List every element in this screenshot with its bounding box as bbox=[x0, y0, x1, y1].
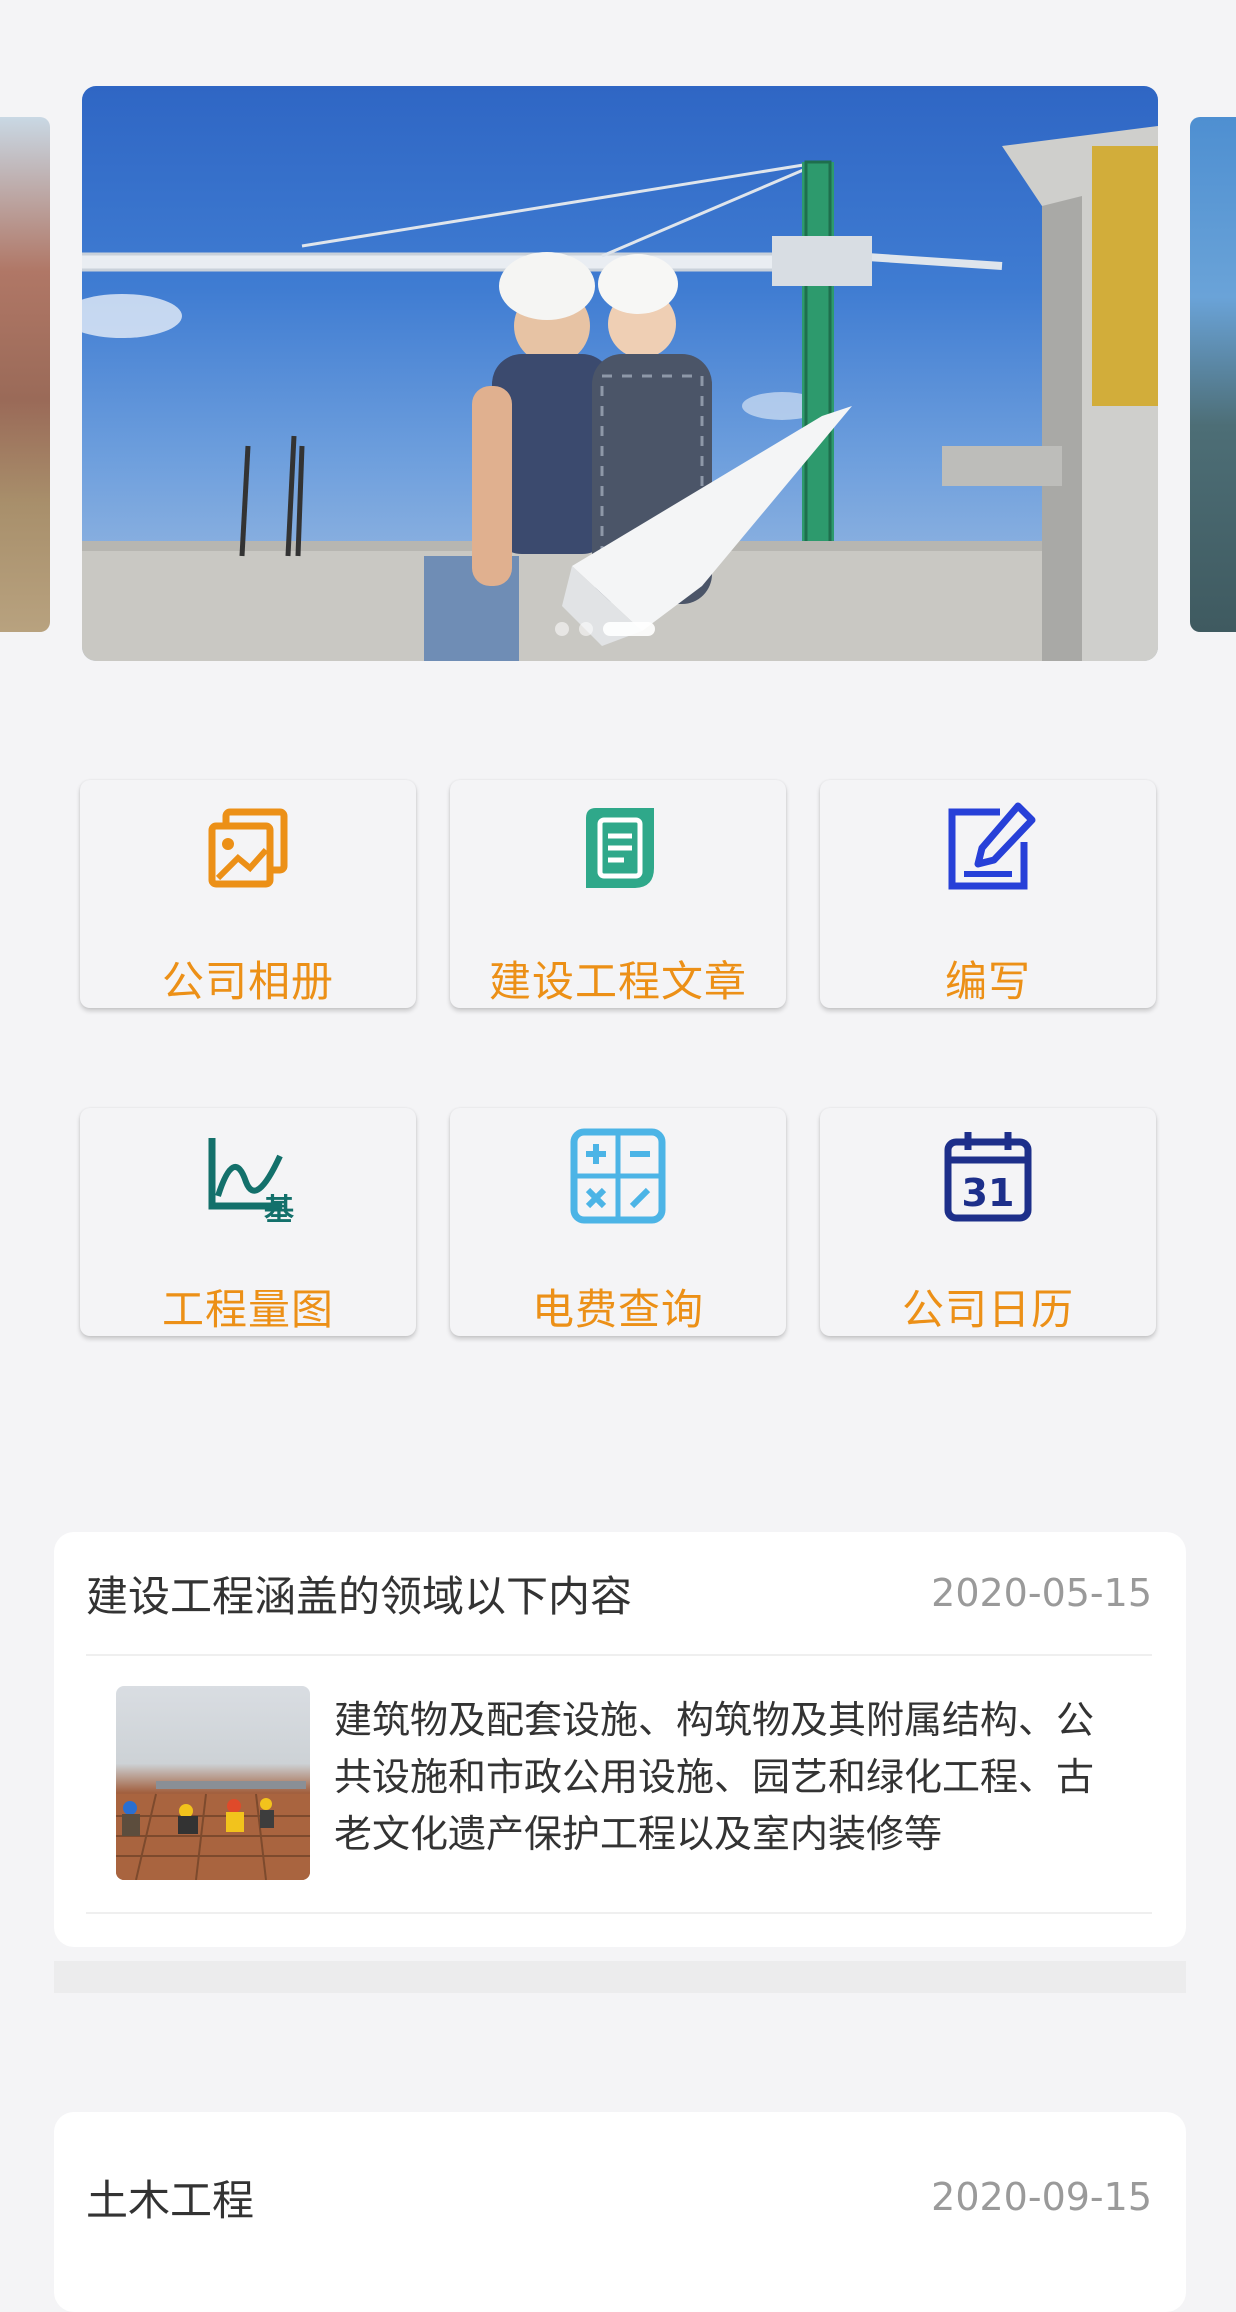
construction-workers-photo bbox=[82, 126, 1158, 661]
engineering-chart-icon: 基 bbox=[208, 1138, 294, 1226]
calendar-icon: 31 bbox=[944, 1132, 1032, 1222]
site-workers-photo bbox=[116, 1781, 310, 1880]
carousel-dot-active[interactable] bbox=[603, 622, 655, 636]
carousel-active-slide[interactable] bbox=[82, 86, 1158, 661]
calculator-icon bbox=[570, 1128, 666, 1224]
article-card[interactable]: 土木工程 2020-09-15 bbox=[54, 2112, 1186, 2312]
article-card[interactable]: 建设工程涵盖的领域以下内容 2020-05-15 建筑物及配套设施、构筑物及其附… bbox=[54, 1532, 1186, 1947]
grid-item-electricity-query[interactable]: 电费查询 bbox=[450, 1108, 786, 1336]
article-title[interactable]: 建设工程涵盖的领域以下内容 bbox=[86, 1563, 632, 1624]
grid-item-compose[interactable]: 编写 bbox=[820, 780, 1156, 1008]
grid-item-label: 编写 bbox=[944, 957, 1031, 1006]
edit-pencil-icon bbox=[948, 802, 1036, 890]
carousel-dot[interactable] bbox=[555, 622, 569, 636]
grid-item-construction-articles[interactable]: 建设工程文章 bbox=[450, 780, 786, 1008]
divider bbox=[86, 1912, 1152, 1914]
svg-text:31: 31 bbox=[962, 1171, 1015, 1215]
article-thumbnail[interactable] bbox=[116, 1686, 310, 1880]
carousel-next-slide[interactable] bbox=[1190, 117, 1236, 632]
banner-carousel[interactable] bbox=[0, 0, 1236, 700]
grid-item-label: 公司相册 bbox=[161, 957, 334, 1006]
grid-item-label: 电费查询 bbox=[531, 1285, 704, 1334]
grid-item-company-calendar[interactable]: 31 公司日历 bbox=[820, 1108, 1156, 1336]
carousel-dot[interactable] bbox=[579, 622, 593, 636]
article-title[interactable]: 土木工程 bbox=[86, 2123, 254, 2228]
svg-text:基: 基 bbox=[264, 1193, 294, 1226]
carousel-indicator bbox=[555, 622, 655, 636]
grid-item-label: 工程量图 bbox=[161, 1285, 334, 1334]
grid-item-company-album[interactable]: 公司相册 bbox=[80, 780, 416, 1008]
article-date: 2020-05-15 bbox=[931, 1571, 1152, 1615]
section-separator bbox=[54, 1961, 1186, 1993]
article-card-header: 土木工程 2020-09-15 bbox=[86, 2112, 1152, 2238]
photo-album-icon bbox=[208, 808, 288, 888]
article-card-header: 建设工程涵盖的领域以下内容 2020-05-15 bbox=[86, 1532, 1152, 1654]
article-document-icon bbox=[586, 808, 654, 888]
grid-item-label: 公司日历 bbox=[901, 1285, 1074, 1334]
article-date: 2020-09-15 bbox=[931, 2175, 1152, 2219]
article-summary: 建筑物及配套设施、构筑物及其附属结构、公共设施和市政公用设施、园艺和绿化工程、古… bbox=[334, 1698, 1095, 1856]
divider bbox=[86, 1654, 1152, 1656]
carousel-prev-slide[interactable] bbox=[0, 117, 50, 632]
grid-item-quantity-chart[interactable]: 基 工程量图 bbox=[80, 1108, 416, 1336]
grid-item-label: 建设工程文章 bbox=[488, 957, 747, 1006]
